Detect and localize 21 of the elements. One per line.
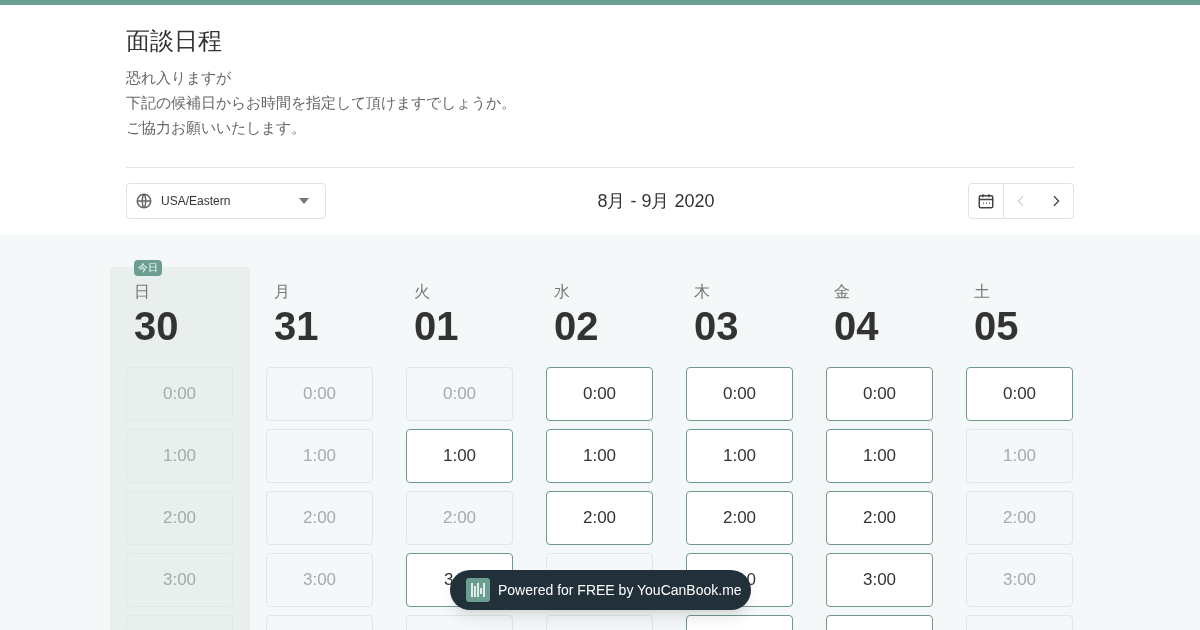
weekday-label: 月: [274, 282, 290, 302]
page-title: 面談日程: [126, 26, 223, 56]
powered-by-text: Powered for FREE by YouCanBook.me: [498, 580, 742, 600]
message-line: 下記の候補日からお時間を指定して頂けますでしょうか。: [126, 93, 517, 113]
day-number: 30: [134, 306, 179, 346]
day-number: 05: [974, 306, 1019, 346]
weekday-label: 木: [694, 282, 710, 302]
weekday-label: 日: [134, 282, 150, 302]
day-number: 03: [694, 306, 739, 346]
message-line: ご協力お願いいたします。: [126, 118, 307, 138]
weekday-label: 水: [554, 282, 570, 302]
day-number: 02: [554, 306, 599, 346]
day-number: 04: [834, 306, 879, 346]
weekday-label: 火: [414, 282, 430, 302]
date-range: 8月 - 9月 2020: [597, 189, 715, 213]
message-line: 恐れ入りますが: [126, 68, 232, 88]
day-number: 01: [414, 306, 459, 346]
today-badge: 今日: [134, 260, 162, 276]
weekday-label: 土: [974, 282, 990, 302]
weekday-label: 金: [834, 282, 850, 302]
day-number: 31: [274, 306, 319, 346]
